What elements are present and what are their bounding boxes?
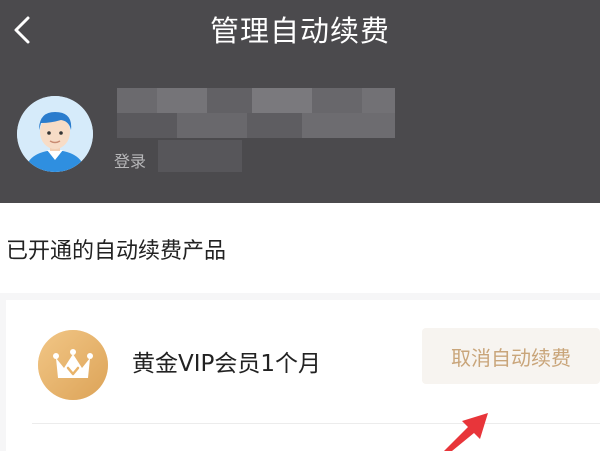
cancel-auto-renew-button[interactable]: 取消自动续费: [422, 328, 600, 384]
login-info-blurred: [158, 140, 242, 172]
content-area: 已开通的自动续费产品 黄金VIP会员1个月 取消自动续费: [0, 203, 600, 460]
user-avatar-icon: [17, 96, 93, 172]
page-title: 管理自动续费: [209, 14, 390, 48]
subscription-card: 黄金VIP会员1个月 取消自动续费: [6, 300, 600, 460]
annotation-arrow-icon: [444, 413, 488, 451]
crown-badge-icon: [38, 330, 108, 400]
section-title: 已开通的自动续费产品: [6, 239, 227, 264]
section-header: 已开通的自动续费产品: [0, 203, 600, 293]
header-bar: 管理自动续费 登录: [0, 0, 600, 203]
username-blurred: [117, 88, 395, 138]
login-label: 登录: [114, 152, 147, 171]
product-name: 黄金VIP会员1个月: [132, 351, 322, 377]
divider: [32, 423, 600, 424]
